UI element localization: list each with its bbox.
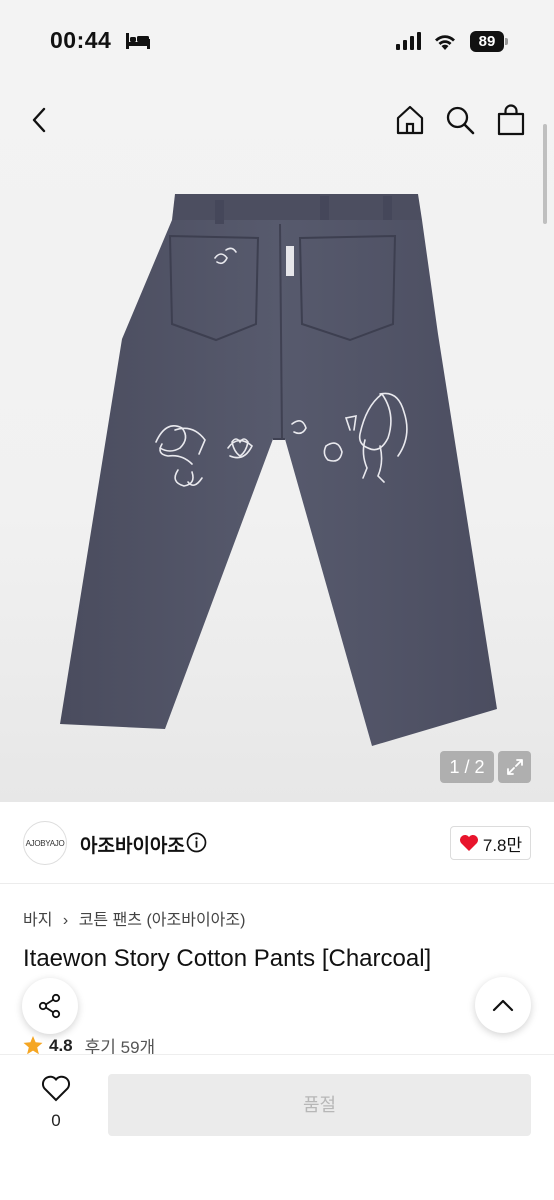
product-image <box>60 194 497 746</box>
back-icon <box>32 107 46 133</box>
brand-logo[interactable]: AJOBYAJO <box>23 821 67 865</box>
breadcrumb-separator-icon: › <box>62 912 69 929</box>
search-icon <box>446 106 475 135</box>
image-counter: 1 / 2 <box>440 751 494 783</box>
scrollbar[interactable] <box>543 124 547 224</box>
cart-button[interactable] <box>491 100 531 140</box>
battery-indicator: 89 <box>470 31 508 52</box>
brand-row[interactable]: AJOBYAJO 아조바이아조 7.8만 <box>0 802 554 884</box>
battery-level: 89 <box>470 31 504 52</box>
brand-name[interactable]: 아조바이아조 <box>80 831 185 858</box>
signal-icon <box>396 32 421 50</box>
wifi-icon <box>435 35 455 50</box>
breadcrumb-category[interactable]: 바지 <box>23 912 52 929</box>
search-button[interactable] <box>440 100 480 140</box>
heart-icon <box>459 835 478 851</box>
star-icon <box>23 1036 43 1055</box>
rating-score: 4.8 <box>49 1035 73 1055</box>
product-title: Itaewon Story Cotton Pants [Charcoal] <box>23 945 432 972</box>
shopping-bag-icon <box>497 104 525 136</box>
heart-outline-icon <box>41 1075 71 1102</box>
breadcrumb-subcategory[interactable]: 코튼 팬츠 (아조바이아조) <box>79 912 246 929</box>
sold-out-button: 품절 <box>108 1074 531 1136</box>
scroll-to-top-button[interactable] <box>475 977 531 1033</box>
expand-icon <box>506 759 523 775</box>
bed-icon <box>126 33 150 49</box>
expand-image-button[interactable] <box>498 751 531 783</box>
battery-cap <box>505 38 508 45</box>
share-icon <box>38 993 61 1019</box>
home-icon <box>396 105 424 135</box>
wishlist-button[interactable]: 0 <box>26 1075 86 1131</box>
wishlist-count: 0 <box>51 1111 61 1130</box>
chevron-up-icon <box>492 999 514 1012</box>
back-button[interactable] <box>20 100 60 140</box>
product-image-gallery[interactable]: 1 / 2 <box>0 84 554 802</box>
bottom-action-bar: 0 품절 <box>0 1054 554 1200</box>
share-button[interactable] <box>22 978 78 1034</box>
breadcrumb: 바지 › 코튼 팬츠 (아조바이아조) <box>23 906 251 930</box>
status-bar: 00:44 89 <box>0 0 554 84</box>
home-button[interactable] <box>390 100 430 140</box>
brand-like-count: 7.8만 <box>482 835 523 855</box>
status-time: 00:44 <box>50 27 112 53</box>
info-icon[interactable] <box>186 832 207 853</box>
brand-like-button[interactable]: 7.8만 <box>450 826 531 860</box>
